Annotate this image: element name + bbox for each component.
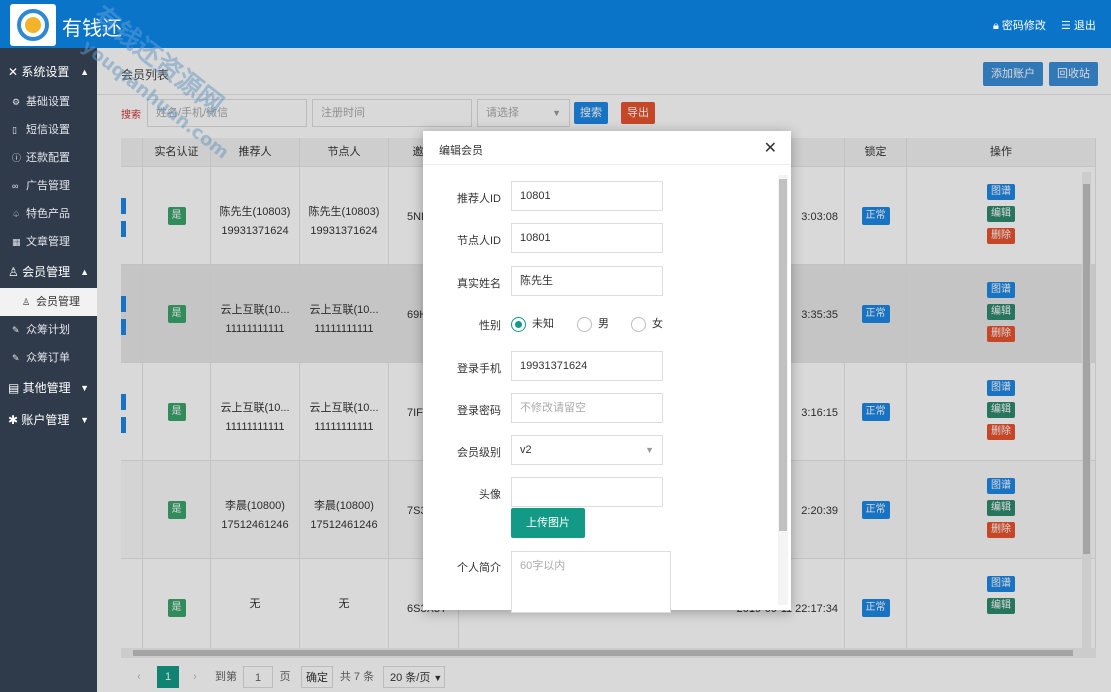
edit-member-dialog: 编辑会员 ✕ 推荐人ID 10801 节点人ID 10801 真实姓名 陈先生 …	[423, 131, 791, 613]
referrer-id-label: 推荐人ID	[457, 193, 501, 205]
close-icon[interactable]: ✕	[764, 138, 777, 158]
change-password-link[interactable]: 🔒︎ 密码修改	[993, 17, 1046, 33]
user-icon: ♙	[22, 297, 31, 307]
phone-label: 登录手机	[457, 363, 501, 375]
sidebar-item-crowdfunding-orders[interactable]: ✎ 众筹订单	[0, 344, 97, 372]
radio-unchecked-icon	[631, 316, 646, 332]
dialog-scrollbar[interactable]	[778, 175, 788, 605]
dialog-title: 编辑会员	[439, 145, 483, 157]
node-id-label: 节点人ID	[457, 235, 501, 247]
info-icon: ⓘ	[12, 153, 22, 163]
gender-radio-female[interactable]: 女	[631, 315, 663, 332]
gender-radio-unknown[interactable]: 未知	[511, 315, 554, 332]
caret-down-icon: ▼	[80, 383, 89, 393]
sidebar-item-sms-settings[interactable]: ▯ 短信设置	[0, 116, 97, 144]
link-icon: ∞	[12, 181, 19, 191]
user-icon: ♙	[8, 265, 23, 279]
bell-icon: ♤	[12, 209, 21, 219]
password-field[interactable]: 不修改请留空	[511, 393, 663, 423]
edit-icon: ✎	[12, 353, 20, 363]
sidebar-item-crowdfunding-plan[interactable]: ✎ 众筹计划	[0, 316, 97, 344]
caret-up-icon: ▲	[80, 267, 89, 277]
avatar-label: 头像	[479, 489, 501, 501]
gear-icon: ⚙	[12, 97, 21, 107]
referrer-id-field[interactable]: 10801	[511, 181, 663, 211]
tools-icon: ✕	[8, 65, 22, 79]
sidebar-group-other[interactable]: ▤ 其他管理 ▼	[0, 372, 97, 404]
bio-label: 个人简介	[457, 562, 501, 574]
bio-textarea[interactable]: 60字以内	[511, 551, 671, 613]
caret-down-icon: ▼	[80, 415, 89, 425]
grid-icon: ▦	[12, 237, 21, 247]
sidebar-item-ads[interactable]: ∞ 广告管理	[0, 172, 97, 200]
sidebar-item-repayment-config[interactable]: ⓘ 还款配置	[0, 144, 97, 172]
logout-link[interactable]: ☰ 退出	[1061, 17, 1096, 33]
sidebar-group-account[interactable]: ✱ 账户管理 ▼	[0, 404, 97, 436]
dialog-header: 编辑会员 ✕	[423, 131, 791, 165]
gender-radio-male[interactable]: 男	[577, 315, 609, 332]
level-label: 会员级别	[457, 447, 501, 459]
real-name-field[interactable]: 陈先生	[511, 266, 663, 296]
app-logo	[10, 4, 56, 46]
upload-image-button[interactable]: 上传图片	[511, 508, 585, 538]
level-select[interactable]: v2 ▼	[511, 435, 663, 465]
sidebar-item-featured-products[interactable]: ♤ 特色产品	[0, 200, 97, 228]
gear-icon: ✱	[8, 413, 22, 427]
app-title: 有钱还	[62, 18, 122, 40]
edit-icon: ✎	[12, 325, 20, 335]
password-label: 登录密码	[457, 405, 501, 417]
avatar-field[interactable]	[511, 477, 663, 507]
real-name-label: 真实姓名	[457, 278, 501, 290]
phone-icon: ▯	[12, 125, 17, 135]
list-icon: ▤	[8, 381, 23, 395]
sidebar-group-system[interactable]: ✕ 系统设置 ▲	[0, 56, 97, 88]
sidebar-group-member[interactable]: ♙ 会员管理 ▲	[0, 256, 97, 288]
radio-unchecked-icon	[577, 316, 592, 332]
radio-checked-icon	[511, 316, 526, 332]
sidebar-item-articles[interactable]: ▦ 文章管理	[0, 228, 97, 256]
chevron-down-icon: ▼	[645, 445, 654, 455]
menu-icon: ☰	[1061, 20, 1071, 32]
gender-label: 性别	[479, 320, 501, 332]
sidebar: ✕ 系统设置 ▲ ⚙ 基础设置 ▯ 短信设置 ⓘ 还款配置 ∞ 广告管理 ♤ 特色产品 ▦ 文…	[0, 48, 97, 692]
sidebar-item-member-management[interactable]: ♙ 会员管理	[0, 288, 97, 316]
node-id-field[interactable]: 10801	[511, 223, 663, 253]
sidebar-item-basic-settings[interactable]: ⚙ 基础设置	[0, 88, 97, 116]
lock-icon: 🔒︎	[993, 20, 999, 32]
phone-field[interactable]: 19931371624	[511, 351, 663, 381]
caret-up-icon: ▲	[80, 67, 89, 77]
top-bar: 有钱还 🔒︎ 密码修改 ☰ 退出	[0, 0, 1111, 48]
